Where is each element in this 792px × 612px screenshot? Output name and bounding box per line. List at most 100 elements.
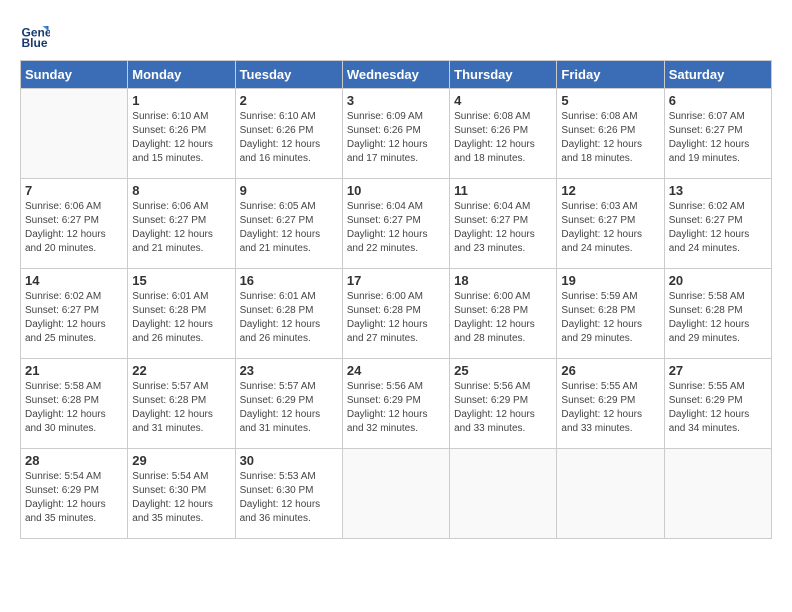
day-header-friday: Friday	[557, 61, 664, 89]
day-number: 11	[454, 183, 552, 198]
day-number: 26	[561, 363, 659, 378]
day-number: 21	[25, 363, 123, 378]
calendar-cell: 6 Sunrise: 6:07 AM Sunset: 6:27 PM Daylig…	[664, 89, 771, 179]
calendar-cell	[557, 449, 664, 539]
day-number: 27	[669, 363, 767, 378]
calendar-cell: 5 Sunrise: 6:08 AM Sunset: 6:26 PM Daylig…	[557, 89, 664, 179]
week-row-2: 7 Sunrise: 6:06 AM Sunset: 6:27 PM Daylig…	[21, 179, 772, 269]
calendar-cell: 10 Sunrise: 6:04 AM Sunset: 6:27 PM Dayli…	[342, 179, 449, 269]
week-row-3: 14 Sunrise: 6:02 AM Sunset: 6:27 PM Dayli…	[21, 269, 772, 359]
cell-info: Sunrise: 6:02 AM Sunset: 6:27 PM Dayligh…	[669, 200, 767, 256]
cell-info: Sunrise: 6:00 AM Sunset: 6:28 PM Dayligh…	[454, 290, 552, 346]
calendar-cell: 20 Sunrise: 5:58 AM Sunset: 6:28 PM Dayli…	[664, 269, 771, 359]
cell-info: Sunrise: 6:04 AM Sunset: 6:27 PM Dayligh…	[454, 200, 552, 256]
calendar-cell: 27 Sunrise: 5:55 AM Sunset: 6:29 PM Dayli…	[664, 359, 771, 449]
calendar-cell: 13 Sunrise: 6:02 AM Sunset: 6:27 PM Dayli…	[664, 179, 771, 269]
day-number: 25	[454, 363, 552, 378]
day-number: 3	[347, 93, 445, 108]
day-number: 28	[25, 453, 123, 468]
calendar-cell: 29Sunrise: 5:54 AM Sunset: 6:30 PM Dayli…	[128, 449, 235, 539]
calendar-cell	[664, 449, 771, 539]
day-number: 20	[669, 273, 767, 288]
day-number: 10	[347, 183, 445, 198]
day-header-sunday: Sunday	[21, 61, 128, 89]
calendar-cell: 12Sunrise: 6:03 AM Sunset: 6:27 PM Dayli…	[557, 179, 664, 269]
calendar-cell: 26 Sunrise: 5:55 AM Sunset: 6:29 PM Dayli…	[557, 359, 664, 449]
cell-info: Sunrise: 6:06 AM Sunset: 6:27 PM Dayligh…	[132, 200, 230, 256]
cell-info: Sunrise: 5:58 AM Sunset: 6:28 PM Dayligh…	[25, 380, 123, 436]
day-number: 19	[561, 273, 659, 288]
cell-info: Sunrise: 6:01 AM Sunset: 6:28 PM Dayligh…	[132, 290, 230, 346]
cell-info: Sunrise: 6:02 AM Sunset: 6:27 PM Dayligh…	[25, 290, 123, 346]
cell-info: Sunrise: 5:58 AM Sunset: 6:28 PM Dayligh…	[669, 290, 767, 346]
cell-info: Sunrise: 5:55 AM Sunset: 6:29 PM Dayligh…	[561, 380, 659, 436]
calendar-cell: 9 Sunrise: 6:05 AM Sunset: 6:27 PM Daylig…	[235, 179, 342, 269]
week-row-4: 21 Sunrise: 5:58 AM Sunset: 6:28 PM Dayli…	[21, 359, 772, 449]
cell-info: Sunrise: 5:57 AM Sunset: 6:28 PM Dayligh…	[132, 380, 230, 436]
calendar-cell: 15 Sunrise: 6:01 AM Sunset: 6:28 PM Dayli…	[128, 269, 235, 359]
day-number: 18	[454, 273, 552, 288]
cell-info: Sunrise: 5:56 AM Sunset: 6:29 PM Dayligh…	[347, 380, 445, 436]
cell-info: Sunrise: 5:57 AM Sunset: 6:29 PM Dayligh…	[240, 380, 338, 436]
calendar-cell: 16Sunrise: 6:01 AM Sunset: 6:28 PM Dayli…	[235, 269, 342, 359]
calendar-cell: 14 Sunrise: 6:02 AM Sunset: 6:27 PM Dayli…	[21, 269, 128, 359]
day-number: 9	[240, 183, 338, 198]
calendar-cell: 19Sunrise: 5:59 AM Sunset: 6:28 PM Dayli…	[557, 269, 664, 359]
calendar-cell: 22Sunrise: 5:57 AM Sunset: 6:28 PM Dayli…	[128, 359, 235, 449]
calendar-cell: 1Sunrise: 6:10 AM Sunset: 6:26 PM Daylig…	[128, 89, 235, 179]
calendar-cell: 3 Sunrise: 6:09 AM Sunset: 6:26 PM Daylig…	[342, 89, 449, 179]
header: General Blue	[20, 20, 772, 50]
day-number: 13	[669, 183, 767, 198]
logo: General Blue	[20, 20, 54, 50]
day-number: 15	[132, 273, 230, 288]
cell-info: Sunrise: 6:00 AM Sunset: 6:28 PM Dayligh…	[347, 290, 445, 346]
cell-info: Sunrise: 6:05 AM Sunset: 6:27 PM Dayligh…	[240, 200, 338, 256]
calendar-cell: 8Sunrise: 6:06 AM Sunset: 6:27 PM Daylig…	[128, 179, 235, 269]
calendar-cell: 11 Sunrise: 6:04 AM Sunset: 6:27 PM Dayli…	[450, 179, 557, 269]
calendar-cell: 2 Sunrise: 6:10 AM Sunset: 6:26 PM Daylig…	[235, 89, 342, 179]
day-header-thursday: Thursday	[450, 61, 557, 89]
cell-info: Sunrise: 6:06 AM Sunset: 6:27 PM Dayligh…	[25, 200, 123, 256]
day-number: 12	[561, 183, 659, 198]
cell-info: Sunrise: 5:56 AM Sunset: 6:29 PM Dayligh…	[454, 380, 552, 436]
cell-info: Sunrise: 6:04 AM Sunset: 6:27 PM Dayligh…	[347, 200, 445, 256]
cell-info: Sunrise: 6:08 AM Sunset: 6:26 PM Dayligh…	[454, 110, 552, 166]
calendar-cell: 7 Sunrise: 6:06 AM Sunset: 6:27 PM Daylig…	[21, 179, 128, 269]
week-row-1: 1Sunrise: 6:10 AM Sunset: 6:26 PM Daylig…	[21, 89, 772, 179]
calendar-cell	[450, 449, 557, 539]
day-headers-row: SundayMondayTuesdayWednesdayThursdayFrid…	[21, 61, 772, 89]
calendar-cell	[21, 89, 128, 179]
cell-info: Sunrise: 5:54 AM Sunset: 6:29 PM Dayligh…	[25, 470, 123, 526]
cell-info: Sunrise: 5:55 AM Sunset: 6:29 PM Dayligh…	[669, 380, 767, 436]
day-number: 24	[347, 363, 445, 378]
day-number: 2	[240, 93, 338, 108]
calendar-cell: 17 Sunrise: 6:00 AM Sunset: 6:28 PM Dayli…	[342, 269, 449, 359]
calendar-cell: 30Sunrise: 5:53 AM Sunset: 6:30 PM Dayli…	[235, 449, 342, 539]
calendar-cell: 25 Sunrise: 5:56 AM Sunset: 6:29 PM Dayli…	[450, 359, 557, 449]
cell-info: Sunrise: 6:09 AM Sunset: 6:26 PM Dayligh…	[347, 110, 445, 166]
calendar-cell: 21 Sunrise: 5:58 AM Sunset: 6:28 PM Dayli…	[21, 359, 128, 449]
svg-text:Blue: Blue	[22, 36, 48, 50]
cell-info: Sunrise: 6:01 AM Sunset: 6:28 PM Dayligh…	[240, 290, 338, 346]
day-number: 23	[240, 363, 338, 378]
calendar-cell: 28 Sunrise: 5:54 AM Sunset: 6:29 PM Dayli…	[21, 449, 128, 539]
day-header-monday: Monday	[128, 61, 235, 89]
calendar-cell	[342, 449, 449, 539]
day-number: 29	[132, 453, 230, 468]
day-header-wednesday: Wednesday	[342, 61, 449, 89]
day-header-saturday: Saturday	[664, 61, 771, 89]
cell-info: Sunrise: 6:07 AM Sunset: 6:27 PM Dayligh…	[669, 110, 767, 166]
day-number: 17	[347, 273, 445, 288]
day-number: 14	[25, 273, 123, 288]
cell-info: Sunrise: 6:10 AM Sunset: 6:26 PM Dayligh…	[132, 110, 230, 166]
logo-icon: General Blue	[20, 20, 50, 50]
cell-info: Sunrise: 6:08 AM Sunset: 6:26 PM Dayligh…	[561, 110, 659, 166]
day-number: 5	[561, 93, 659, 108]
calendar-cell: 18 Sunrise: 6:00 AM Sunset: 6:28 PM Dayli…	[450, 269, 557, 359]
calendar-cell: 23 Sunrise: 5:57 AM Sunset: 6:29 PM Dayli…	[235, 359, 342, 449]
day-number: 4	[454, 93, 552, 108]
calendar-table: SundayMondayTuesdayWednesdayThursdayFrid…	[20, 60, 772, 539]
cell-info: Sunrise: 6:10 AM Sunset: 6:26 PM Dayligh…	[240, 110, 338, 166]
day-number: 7	[25, 183, 123, 198]
day-number: 6	[669, 93, 767, 108]
